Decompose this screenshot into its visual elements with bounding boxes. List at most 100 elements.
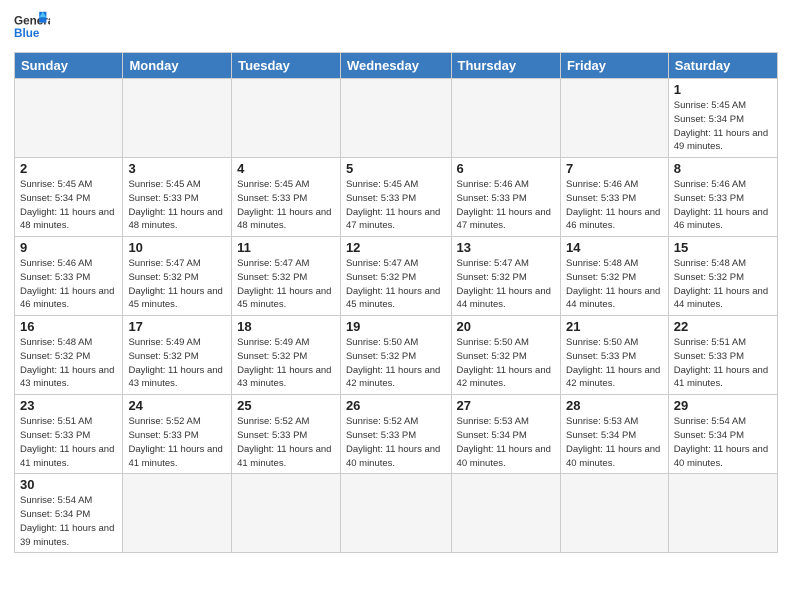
day-info: Sunrise: 5:47 AM Sunset: 5:32 PM Dayligh… xyxy=(128,257,226,312)
day-number: 21 xyxy=(566,319,663,334)
calendar-cell: 28 Sunrise: 5:53 AM Sunset: 5:34 PM Dayli… xyxy=(560,395,668,474)
weekday-sunday: Sunday xyxy=(15,53,123,79)
calendar-cell: 16Sunrise: 5:48 AM Sunset: 5:32 PM Dayli… xyxy=(15,316,123,395)
day-number: 22 xyxy=(674,319,772,334)
day-number: 10 xyxy=(128,240,226,255)
calendar-cell: 20 Sunrise: 5:50 AM Sunset: 5:32 PM Dayli… xyxy=(451,316,560,395)
weekday-monday: Monday xyxy=(123,53,232,79)
day-info: Sunrise: 5:52 AM Sunset: 5:33 PM Dayligh… xyxy=(346,415,446,470)
day-number: 14 xyxy=(566,240,663,255)
day-info: Sunrise: 5:54 AM Sunset: 5:34 PM Dayligh… xyxy=(20,494,117,549)
week-row-5: 23Sunrise: 5:51 AM Sunset: 5:33 PM Dayli… xyxy=(15,395,778,474)
day-number: 24 xyxy=(128,398,226,413)
day-number: 9 xyxy=(20,240,117,255)
calendar-cell: 12Sunrise: 5:47 AM Sunset: 5:32 PM Dayli… xyxy=(340,237,451,316)
calendar-cell: 26 Sunrise: 5:52 AM Sunset: 5:33 PM Dayli… xyxy=(340,395,451,474)
day-info: Sunrise: 5:45 AM Sunset: 5:33 PM Dayligh… xyxy=(346,178,446,233)
day-number: 11 xyxy=(237,240,335,255)
day-number: 8 xyxy=(674,161,772,176)
calendar-cell: 25Sunrise: 5:52 AM Sunset: 5:33 PM Dayli… xyxy=(232,395,341,474)
day-info: Sunrise: 5:50 AM Sunset: 5:32 PM Dayligh… xyxy=(346,336,446,391)
calendar-cell xyxy=(451,474,560,553)
day-info: Sunrise: 5:50 AM Sunset: 5:32 PM Dayligh… xyxy=(457,336,555,391)
day-number: 23 xyxy=(20,398,117,413)
calendar-cell xyxy=(560,474,668,553)
day-info: Sunrise: 5:48 AM Sunset: 5:32 PM Dayligh… xyxy=(566,257,663,312)
calendar-cell: 27Sunrise: 5:53 AM Sunset: 5:34 PM Dayli… xyxy=(451,395,560,474)
calendar-cell xyxy=(123,79,232,158)
calendar-cell: 30 Sunrise: 5:54 AM Sunset: 5:34 PM Dayli… xyxy=(15,474,123,553)
calendar-cell: 19Sunrise: 5:50 AM Sunset: 5:32 PM Dayli… xyxy=(340,316,451,395)
week-row-2: 2 Sunrise: 5:45 AM Sunset: 5:34 PM Daylig… xyxy=(15,158,778,237)
day-info: Sunrise: 5:45 AM Sunset: 5:34 PM Dayligh… xyxy=(20,178,117,233)
calendar-cell: 8 Sunrise: 5:46 AM Sunset: 5:33 PM Daylig… xyxy=(668,158,777,237)
weekday-header-row: SundayMondayTuesdayWednesdayThursdayFrid… xyxy=(15,53,778,79)
day-number: 15 xyxy=(674,240,772,255)
calendar-cell xyxy=(340,474,451,553)
calendar-cell xyxy=(232,79,341,158)
logo: General Blue xyxy=(14,10,50,46)
day-info: Sunrise: 5:45 AM Sunset: 5:33 PM Dayligh… xyxy=(237,178,335,233)
calendar-cell: 29 Sunrise: 5:54 AM Sunset: 5:34 PM Dayli… xyxy=(668,395,777,474)
day-info: Sunrise: 5:54 AM Sunset: 5:34 PM Dayligh… xyxy=(674,415,772,470)
day-info: Sunrise: 5:46 AM Sunset: 5:33 PM Dayligh… xyxy=(674,178,772,233)
calendar-cell: 4Sunrise: 5:45 AM Sunset: 5:33 PM Daylig… xyxy=(232,158,341,237)
calendar-table: SundayMondayTuesdayWednesdayThursdayFrid… xyxy=(14,52,778,553)
day-number: 29 xyxy=(674,398,772,413)
day-info: Sunrise: 5:53 AM Sunset: 5:34 PM Dayligh… xyxy=(457,415,555,470)
day-number: 1 xyxy=(674,82,772,97)
day-number: 16 xyxy=(20,319,117,334)
calendar-cell: 2 Sunrise: 5:45 AM Sunset: 5:34 PM Daylig… xyxy=(15,158,123,237)
day-number: 28 xyxy=(566,398,663,413)
day-info: Sunrise: 5:48 AM Sunset: 5:32 PM Dayligh… xyxy=(674,257,772,312)
calendar-cell: 15 Sunrise: 5:48 AM Sunset: 5:32 PM Dayli… xyxy=(668,237,777,316)
calendar-cell: 7 Sunrise: 5:46 AM Sunset: 5:33 PM Daylig… xyxy=(560,158,668,237)
calendar-cell: 22Sunrise: 5:51 AM Sunset: 5:33 PM Dayli… xyxy=(668,316,777,395)
header: General Blue xyxy=(14,10,778,46)
weekday-thursday: Thursday xyxy=(451,53,560,79)
day-number: 3 xyxy=(128,161,226,176)
day-number: 5 xyxy=(346,161,446,176)
day-info: Sunrise: 5:46 AM Sunset: 5:33 PM Dayligh… xyxy=(566,178,663,233)
day-info: Sunrise: 5:45 AM Sunset: 5:34 PM Dayligh… xyxy=(674,99,772,154)
day-info: Sunrise: 5:46 AM Sunset: 5:33 PM Dayligh… xyxy=(457,178,555,233)
day-number: 7 xyxy=(566,161,663,176)
calendar-cell xyxy=(232,474,341,553)
day-number: 26 xyxy=(346,398,446,413)
weekday-saturday: Saturday xyxy=(668,53,777,79)
calendar-cell xyxy=(340,79,451,158)
calendar-cell: 17 Sunrise: 5:49 AM Sunset: 5:32 PM Dayli… xyxy=(123,316,232,395)
svg-text:Blue: Blue xyxy=(14,27,40,40)
day-number: 2 xyxy=(20,161,117,176)
week-row-4: 16Sunrise: 5:48 AM Sunset: 5:32 PM Dayli… xyxy=(15,316,778,395)
weekday-friday: Friday xyxy=(560,53,668,79)
page: General Blue SundayMondayTuesdayWednesda… xyxy=(0,0,792,612)
day-info: Sunrise: 5:50 AM Sunset: 5:33 PM Dayligh… xyxy=(566,336,663,391)
calendar-cell xyxy=(668,474,777,553)
calendar-cell xyxy=(560,79,668,158)
day-info: Sunrise: 5:46 AM Sunset: 5:33 PM Dayligh… xyxy=(20,257,117,312)
day-info: Sunrise: 5:45 AM Sunset: 5:33 PM Dayligh… xyxy=(128,178,226,233)
day-number: 25 xyxy=(237,398,335,413)
calendar-cell: 6 Sunrise: 5:46 AM Sunset: 5:33 PM Daylig… xyxy=(451,158,560,237)
calendar-cell xyxy=(123,474,232,553)
calendar-cell: 3 Sunrise: 5:45 AM Sunset: 5:33 PM Daylig… xyxy=(123,158,232,237)
calendar-cell: 10 Sunrise: 5:47 AM Sunset: 5:32 PM Dayli… xyxy=(123,237,232,316)
day-info: Sunrise: 5:47 AM Sunset: 5:32 PM Dayligh… xyxy=(237,257,335,312)
generalblue-icon: General Blue xyxy=(14,10,50,46)
day-number: 30 xyxy=(20,477,117,492)
day-info: Sunrise: 5:49 AM Sunset: 5:32 PM Dayligh… xyxy=(128,336,226,391)
day-info: Sunrise: 5:53 AM Sunset: 5:34 PM Dayligh… xyxy=(566,415,663,470)
day-info: Sunrise: 5:49 AM Sunset: 5:32 PM Dayligh… xyxy=(237,336,335,391)
calendar-cell xyxy=(451,79,560,158)
calendar-cell: 14 Sunrise: 5:48 AM Sunset: 5:32 PM Dayli… xyxy=(560,237,668,316)
calendar-cell: 23Sunrise: 5:51 AM Sunset: 5:33 PM Dayli… xyxy=(15,395,123,474)
day-number: 20 xyxy=(457,319,555,334)
week-row-1: 1 Sunrise: 5:45 AM Sunset: 5:34 PM Daylig… xyxy=(15,79,778,158)
day-number: 6 xyxy=(457,161,555,176)
day-number: 17 xyxy=(128,319,226,334)
calendar-cell: 21 Sunrise: 5:50 AM Sunset: 5:33 PM Dayli… xyxy=(560,316,668,395)
calendar-cell: 18Sunrise: 5:49 AM Sunset: 5:32 PM Dayli… xyxy=(232,316,341,395)
calendar-cell: 1 Sunrise: 5:45 AM Sunset: 5:34 PM Daylig… xyxy=(668,79,777,158)
day-number: 13 xyxy=(457,240,555,255)
